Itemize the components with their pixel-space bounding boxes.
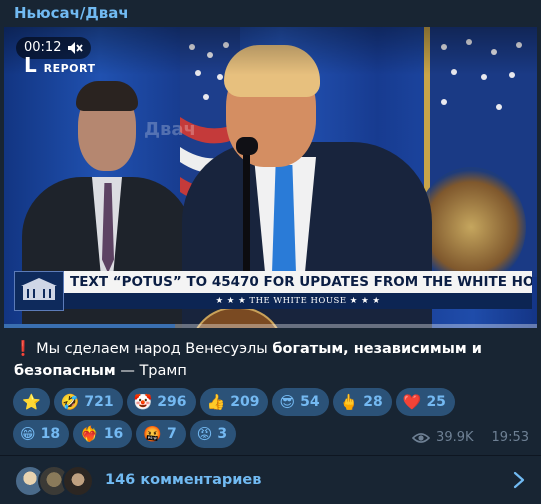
exclamation-icon: ❗: [14, 341, 33, 357]
reaction-emoji-icon: ❤️: [402, 392, 422, 411]
caption-text-2: — Трамп: [115, 363, 187, 379]
reaction-count: 721: [84, 394, 114, 410]
reaction-chip[interactable]: ⭐: [13, 388, 50, 416]
reaction-count: 54: [300, 394, 320, 410]
reaction-emoji-icon: 👍: [206, 392, 226, 411]
banner-headline: TEXT “POTUS” TO 45470 FOR UPDATES FROM T…: [64, 271, 532, 293]
channel-watermark: Двач: [144, 119, 196, 140]
reaction-emoji-icon: 😡: [196, 424, 213, 443]
reaction-count: 7: [166, 426, 177, 442]
reaction-chip[interactable]: 🤬 7: [136, 420, 186, 448]
reaction-chip[interactable]: ❤️ 25: [395, 388, 455, 416]
avatar: [62, 465, 94, 497]
reaction-count: 16: [103, 426, 124, 442]
reaction-chip[interactable]: 😡 3: [189, 420, 237, 448]
banner-subline: ★ ★ ★ THE WHITE HOUSE ★ ★ ★: [64, 293, 532, 309]
reaction-count: 25: [426, 394, 446, 410]
reaction-chip[interactable]: 😎 54: [272, 388, 329, 416]
reaction-count: 18: [40, 426, 61, 442]
speaker-tie: [272, 165, 296, 285]
chevron-right-icon: [513, 471, 525, 489]
reaction-chip[interactable]: 👍 209: [199, 388, 269, 416]
watermark-letter: L: [24, 53, 38, 77]
reaction-chip[interactable]: ❤️‍🔥 16: [73, 420, 133, 448]
reaction-emoji-icon: 🤣: [60, 392, 80, 411]
post-meta: 39.9K 19:53: [412, 430, 529, 445]
source-watermark: L REPORT: [24, 53, 95, 77]
person-left-hair: [76, 81, 138, 111]
watermark-text: REPORT: [43, 62, 96, 75]
reaction-emoji-icon: 🤡: [133, 392, 153, 411]
post-time: 19:53: [491, 430, 529, 445]
white-house-logo-icon: [14, 271, 64, 311]
reaction-emoji-icon: 😁: [20, 424, 36, 443]
video-progress-fill: [4, 324, 175, 328]
video-progress-bar[interactable]: [4, 324, 537, 328]
reaction-chip[interactable]: 🤡 296: [126, 388, 196, 416]
reaction-chip[interactable]: 😁 18: [13, 420, 70, 448]
reactions: ⭐ 🤣 721 🤡 296 👍 209 😎 54 🖕 28 ❤️ 25 😁 18 ❤️‍🔥 16 🤬 7 😡 3: [13, 388, 473, 452]
reactions-row-1: ⭐ 🤣 721 🤡 296 👍 209 😎 54 🖕 28 ❤️ 25: [13, 388, 473, 416]
presidential-seal: [416, 167, 526, 287]
reactions-row-2: 😁 18 ❤️‍🔥 16 🤬 7 😡 3: [13, 420, 473, 448]
comments-button[interactable]: 146 комментариев: [0, 456, 541, 504]
reaction-emoji-icon: 🖕: [339, 392, 359, 411]
reaction-emoji-icon: ⭐: [22, 392, 41, 411]
reaction-count: 209: [230, 394, 260, 410]
caption-text-1: Мы сделаем народ Венесуэлы: [36, 341, 273, 357]
reaction-count: 3: [217, 426, 228, 442]
reaction-emoji-icon: 🤬: [143, 424, 162, 443]
reaction-chip[interactable]: 🤣 721: [53, 388, 123, 416]
reaction-count: 296: [157, 394, 187, 410]
comments-count-label: 146 комментариев: [105, 472, 262, 488]
reaction-emoji-icon: ❤️‍🔥: [80, 424, 99, 443]
views-count: 39.9K: [436, 430, 474, 445]
video-player[interactable]: Двач 00:12 L REPORT TEXT “POTUS” TO 4547…: [4, 27, 537, 328]
microphone-icon: [236, 137, 258, 155]
channel-name[interactable]: Ньюсач/Двач: [14, 0, 129, 27]
reaction-count: 28: [363, 394, 383, 410]
lower-third-banner: TEXT “POTUS” TO 45470 FOR UPDATES FROM T…: [14, 271, 532, 311]
reaction-emoji-icon: 😎: [279, 392, 296, 411]
reaction-chip[interactable]: 🖕 28: [332, 388, 392, 416]
message-bubble: Ньюсач/Двач Двач 00:12 L REPORT TEXT “PO…: [0, 0, 541, 504]
post-caption: ❗ Мы сделаем народ Венесуэлы богатым, нез…: [14, 338, 529, 382]
views-eye-icon: [412, 432, 431, 443]
commenter-avatars: [14, 465, 98, 497]
